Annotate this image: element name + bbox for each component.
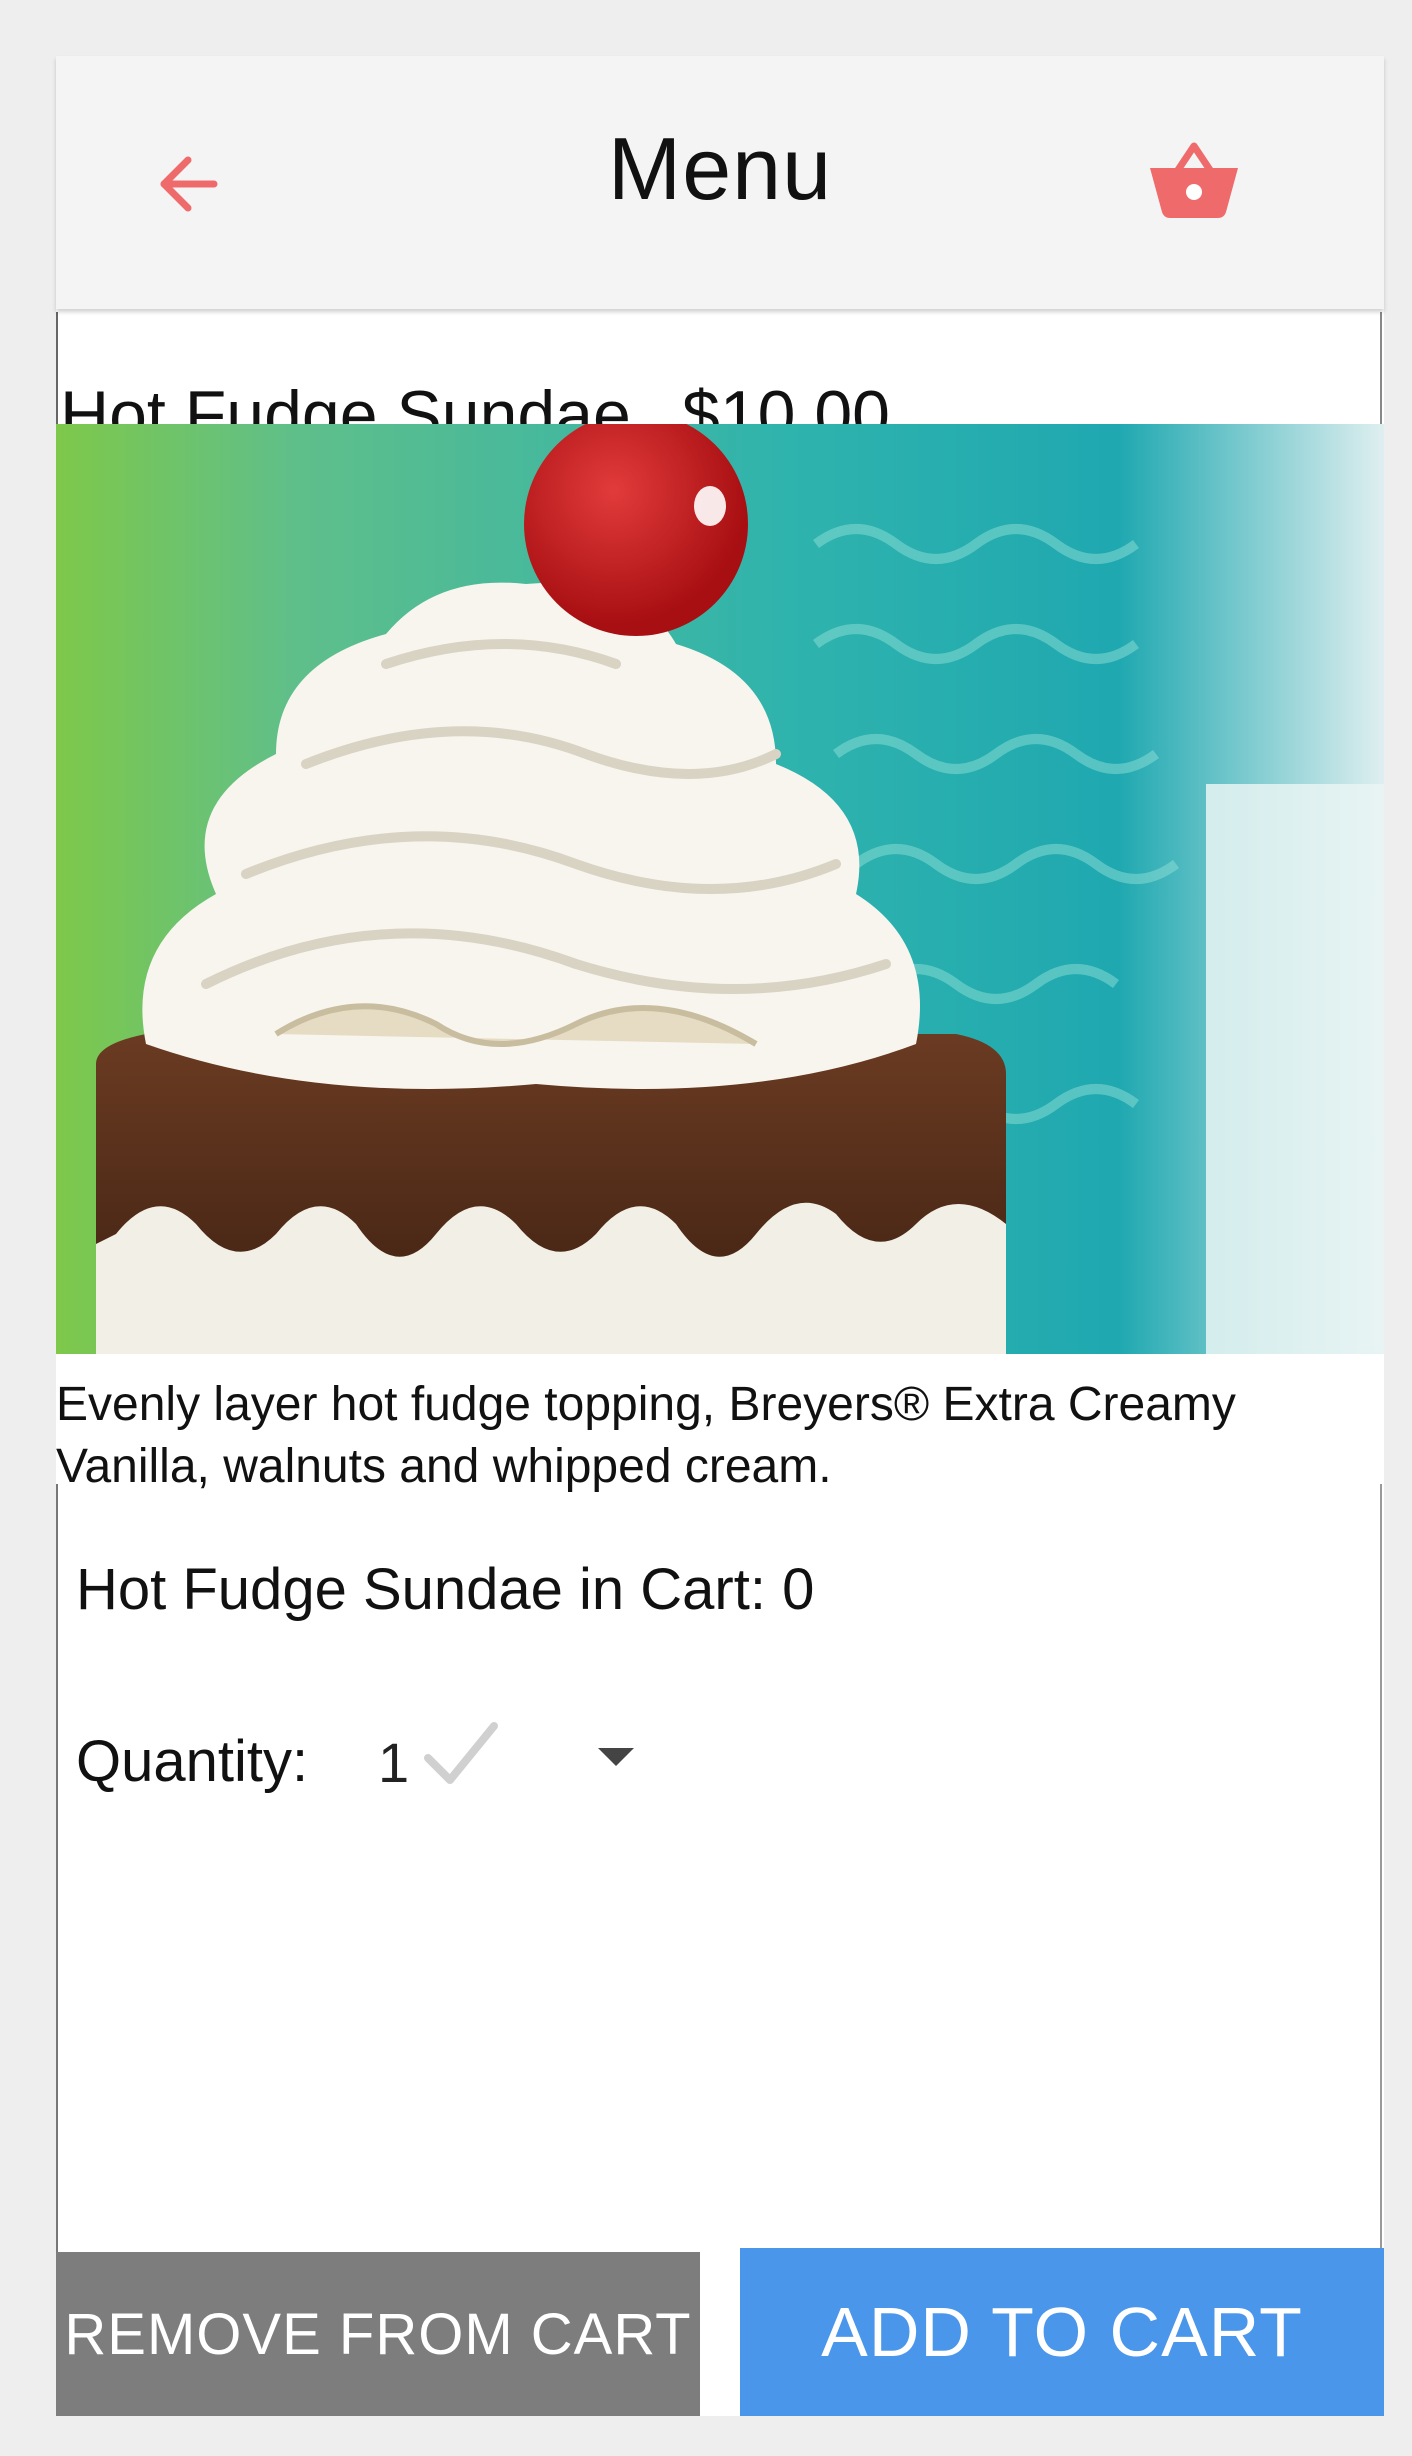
app-bar: Menu xyxy=(56,56,1384,309)
cart-button[interactable] xyxy=(1144,134,1244,224)
app-screen: Menu Hot Fudge Sundae $10.00 Evenly laye… xyxy=(56,56,1384,2416)
add-to-cart-button[interactable]: ADD TO CART xyxy=(740,2248,1384,2416)
checkmark-icon xyxy=(424,1722,498,1784)
item-description: Evenly layer hot fudge topping, Breyers®… xyxy=(56,1378,1236,1493)
quantity-dropdown[interactable]: 1 xyxy=(378,1712,698,1812)
quantity-value: 1 xyxy=(378,1731,410,1794)
quantity-label: Quantity: xyxy=(76,1729,309,1794)
remove-from-cart-button[interactable]: REMOVE FROM CART xyxy=(56,2252,700,2416)
in-cart-count: Hot Fudge Sundae in Cart: 0 xyxy=(76,1557,815,1622)
item-photo xyxy=(56,424,1384,1354)
chevron-down-icon xyxy=(598,1748,634,1766)
basket-icon xyxy=(1150,142,1238,218)
